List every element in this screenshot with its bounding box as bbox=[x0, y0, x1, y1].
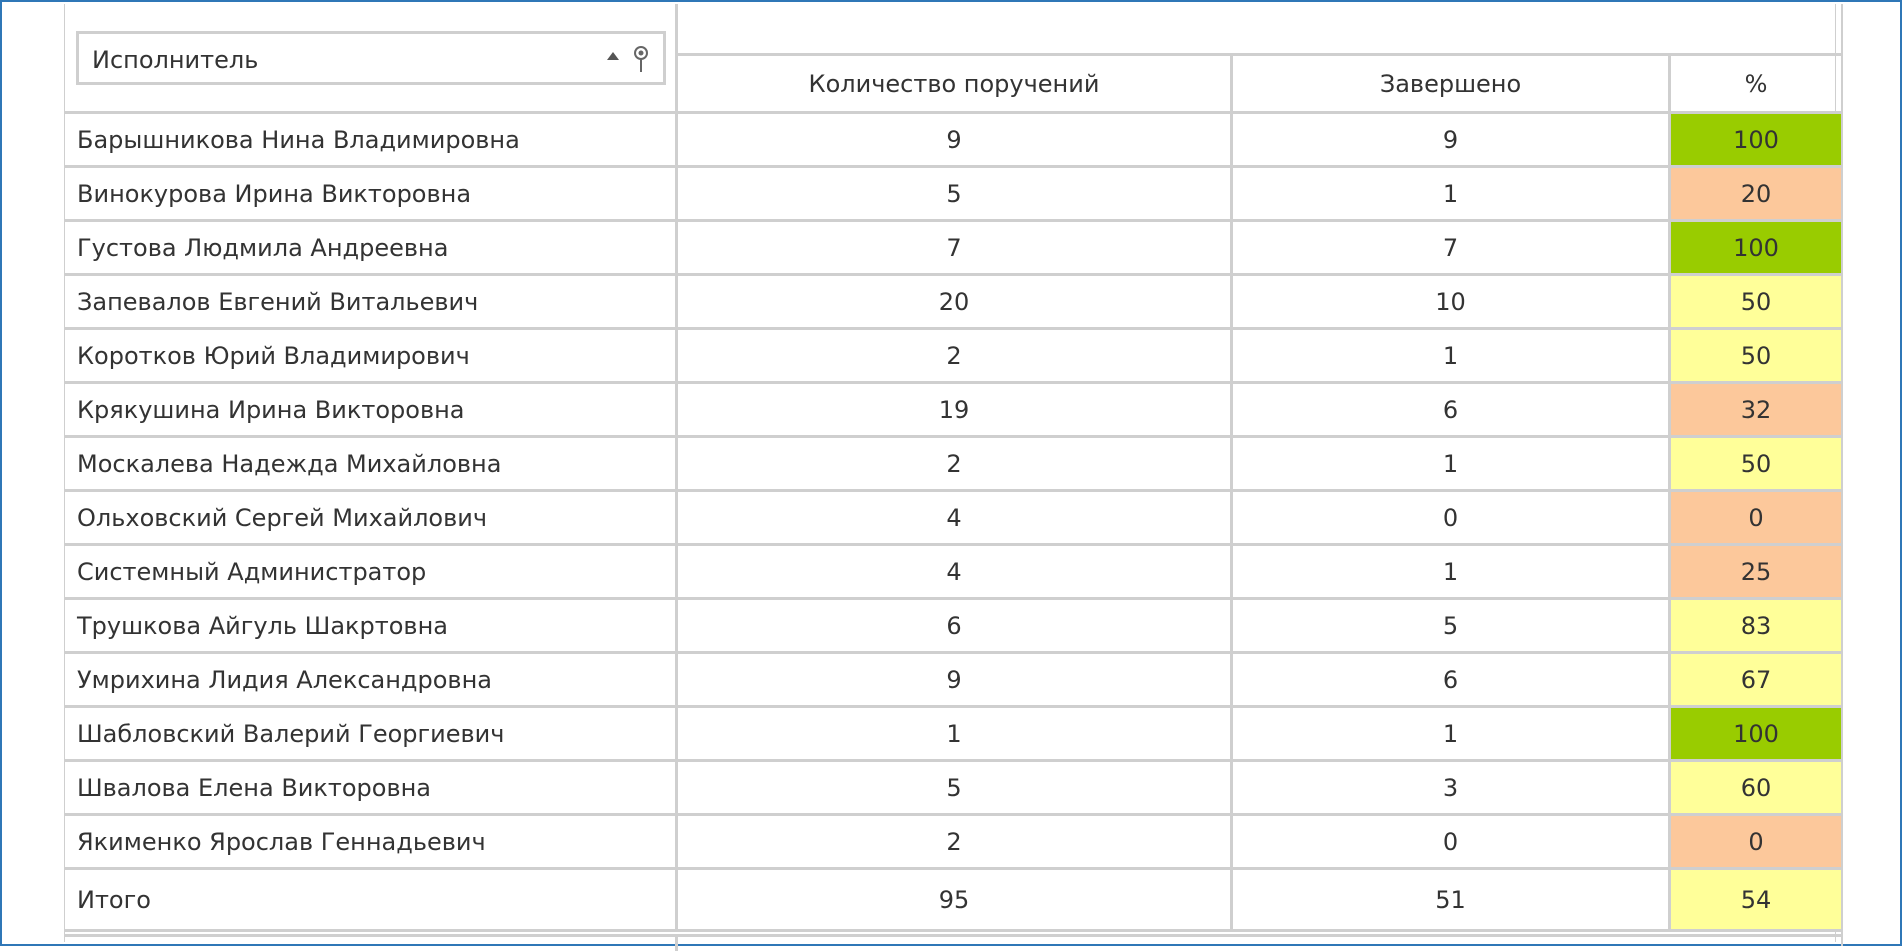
table-row[interactable]: Барышникова Нина Владимировна 9 9 100 bbox=[64, 114, 1841, 168]
table-row[interactable]: Коротков Юрий Владимирович 2 1 50 bbox=[64, 330, 1841, 384]
right-gutter bbox=[1835, 4, 1898, 942]
pin-icon[interactable] bbox=[631, 45, 651, 73]
table-row[interactable]: Густова Людмила Андреевна 7 7 100 bbox=[64, 222, 1841, 276]
percent-cell: 67 bbox=[1671, 654, 1841, 705]
executor-name-cell: Крякушина Ирина Викторовна bbox=[64, 384, 678, 435]
table-row[interactable]: Системный Администратор 4 1 25 bbox=[64, 546, 1841, 600]
count-cell: 9 bbox=[678, 114, 1233, 165]
count-cell: 4 bbox=[678, 546, 1233, 597]
executor-name-cell: Барышникова Нина Владимировна bbox=[64, 114, 678, 165]
percent-cell: 100 bbox=[1671, 708, 1841, 759]
count-cell: 5 bbox=[678, 168, 1233, 219]
executor-name-cell: Ольховский Сергей Михайлович bbox=[64, 492, 678, 543]
done-cell: 6 bbox=[1233, 654, 1671, 705]
count-cell: 7 bbox=[678, 222, 1233, 273]
executor-name-cell: Системный Администратор bbox=[64, 546, 678, 597]
percent-cell: 83 bbox=[1671, 600, 1841, 651]
executor-name-cell: Швалова Елена Викторовна bbox=[64, 762, 678, 813]
executor-name-cell: Запевалов Евгений Витальевич bbox=[64, 276, 678, 327]
table-row[interactable]: Швалова Елена Викторовна 5 3 60 bbox=[64, 762, 1841, 816]
done-cell: 10 bbox=[1233, 276, 1671, 327]
done-cell: 1 bbox=[1233, 168, 1671, 219]
percent-cell: 60 bbox=[1671, 762, 1841, 813]
count-cell: 2 bbox=[678, 330, 1233, 381]
table-row[interactable]: Крякушина Ирина Викторовна 19 6 32 bbox=[64, 384, 1841, 438]
percent-cell: 0 bbox=[1671, 816, 1841, 867]
done-cell: 1 bbox=[1233, 330, 1671, 381]
count-cell: 4 bbox=[678, 492, 1233, 543]
done-cell: 3 bbox=[1233, 762, 1671, 813]
column-header-count[interactable]: Количество поручений bbox=[678, 56, 1233, 114]
executor-name-cell: Густова Людмила Андреевна bbox=[64, 222, 678, 273]
column-group-header bbox=[678, 4, 1841, 56]
count-cell: 6 bbox=[678, 600, 1233, 651]
percent-cell: 32 bbox=[1671, 384, 1841, 435]
column-header-percent[interactable]: % bbox=[1671, 56, 1841, 114]
sort-ascending-icon[interactable] bbox=[607, 52, 619, 60]
count-cell: 2 bbox=[678, 438, 1233, 489]
total-done-cell: 51 bbox=[1233, 870, 1671, 929]
done-cell: 0 bbox=[1233, 816, 1671, 867]
done-cell: 1 bbox=[1233, 438, 1671, 489]
count-cell: 20 bbox=[678, 276, 1233, 327]
table-row[interactable]: Винокурова Ирина Викторовна 5 1 20 bbox=[64, 168, 1841, 222]
row-header-area: Исполнитель bbox=[64, 4, 678, 114]
total-percent-cell: 54 bbox=[1671, 870, 1841, 929]
column-header-done[interactable]: Завершено bbox=[1233, 56, 1671, 114]
percent-cell: 100 bbox=[1671, 114, 1841, 165]
done-cell: 9 bbox=[1233, 114, 1671, 165]
done-cell: 1 bbox=[1233, 708, 1671, 759]
executor-name-cell: Трушкова Айгуль Шакртовна bbox=[64, 600, 678, 651]
executor-name-cell: Шабловский Валерий Георгиевич bbox=[64, 708, 678, 759]
executor-name-cell: Якименко Ярослав Геннадьевич bbox=[64, 816, 678, 867]
table-row[interactable]: Запевалов Евгений Витальевич 20 10 50 bbox=[64, 276, 1841, 330]
percent-cell: 100 bbox=[1671, 222, 1841, 273]
executor-filter-label: Исполнитель bbox=[92, 46, 259, 74]
percent-cell: 20 bbox=[1671, 168, 1841, 219]
pivot-window: Исполнитель Количество поручений Заверше… bbox=[0, 0, 1902, 951]
percent-cell: 50 bbox=[1671, 276, 1841, 327]
total-label-cell: Итого bbox=[64, 870, 678, 929]
total-count-cell: 95 bbox=[678, 870, 1233, 929]
pivot-grid: Исполнитель Количество поручений Заверше… bbox=[64, 4, 1843, 951]
table-row[interactable]: Москалева Надежда Михайловна 2 1 50 bbox=[64, 438, 1841, 492]
table-row[interactable]: Шабловский Валерий Георгиевич 1 1 100 bbox=[64, 708, 1841, 762]
done-cell: 0 bbox=[1233, 492, 1671, 543]
table-row[interactable]: Умрихина Лидия Александровна 9 6 67 bbox=[64, 654, 1841, 708]
table-row[interactable]: Трушкова Айгуль Шакртовна 6 5 83 bbox=[64, 600, 1841, 654]
executor-filter-field[interactable]: Исполнитель bbox=[76, 31, 666, 85]
percent-cell: 0 bbox=[1671, 492, 1841, 543]
done-cell: 6 bbox=[1233, 384, 1671, 435]
count-cell: 5 bbox=[678, 762, 1233, 813]
executor-name-cell: Умрихина Лидия Александровна bbox=[64, 654, 678, 705]
bottom-strip bbox=[64, 934, 1841, 951]
table-row[interactable]: Якименко Ярослав Геннадьевич 2 0 0 bbox=[64, 816, 1841, 870]
count-cell: 19 bbox=[678, 384, 1233, 435]
executor-name-cell: Коротков Юрий Владимирович bbox=[64, 330, 678, 381]
done-cell: 5 bbox=[1233, 600, 1671, 651]
percent-cell: 50 bbox=[1671, 438, 1841, 489]
done-cell: 1 bbox=[1233, 546, 1671, 597]
done-cell: 7 bbox=[1233, 222, 1671, 273]
total-row: Итого 95 51 54 bbox=[64, 870, 1841, 932]
count-cell: 9 bbox=[678, 654, 1233, 705]
count-cell: 2 bbox=[678, 816, 1233, 867]
executor-name-cell: Москалева Надежда Михайловна bbox=[64, 438, 678, 489]
left-gutter bbox=[4, 4, 65, 942]
percent-cell: 25 bbox=[1671, 546, 1841, 597]
percent-cell: 50 bbox=[1671, 330, 1841, 381]
executor-name-cell: Винокурова Ирина Викторовна bbox=[64, 168, 678, 219]
table-row[interactable]: Ольховский Сергей Михайлович 4 0 0 bbox=[64, 492, 1841, 546]
count-cell: 1 bbox=[678, 708, 1233, 759]
